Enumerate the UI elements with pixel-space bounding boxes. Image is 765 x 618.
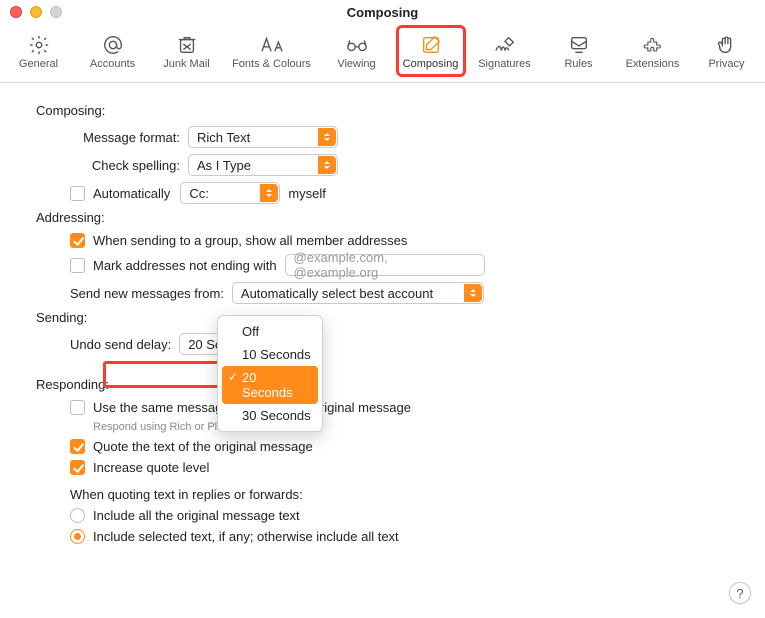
mark-addresses-checkbox[interactable] xyxy=(70,258,85,273)
row-include-selected: Include selected text, if any; otherwise… xyxy=(36,529,729,544)
tab-label: General xyxy=(19,58,58,70)
gear-icon xyxy=(28,32,50,58)
tab-label: Composing xyxy=(403,58,459,70)
tab-privacy[interactable]: Privacy xyxy=(695,28,759,74)
window-controls xyxy=(0,6,62,18)
tab-composing[interactable]: Composing xyxy=(399,28,463,74)
quote-text-checkbox[interactable] xyxy=(70,439,85,454)
select-value: Cc: xyxy=(189,186,209,201)
tab-general[interactable]: General xyxy=(7,28,71,74)
increase-quote-checkbox[interactable] xyxy=(70,460,85,475)
signature-icon xyxy=(493,32,517,58)
row-include-all: Include all the original message text xyxy=(36,508,729,523)
row-undo-send-delay: Undo send delay: 20 Seconds xyxy=(36,333,729,355)
myself-label: myself xyxy=(288,186,326,201)
titlebar: Composing xyxy=(0,0,765,24)
mark-addresses-label: Mark addresses not ending with xyxy=(93,258,277,273)
compose-icon xyxy=(420,32,442,58)
send-from-select[interactable]: Automatically select best account xyxy=(232,282,484,304)
group-addresses-label: When sending to a group, show all member… xyxy=(93,233,407,248)
zoom-button[interactable] xyxy=(50,6,62,18)
send-from-label: Send new messages from: xyxy=(70,286,224,301)
minimize-button[interactable] xyxy=(30,6,42,18)
check-spelling-label: Check spelling: xyxy=(70,158,180,173)
tab-label: Accounts xyxy=(90,58,135,70)
input-placeholder: @example.com, @example.org xyxy=(294,250,476,280)
help-button[interactable]: ? xyxy=(729,582,751,604)
tab-label: Privacy xyxy=(708,58,744,70)
include-selected-label: Include selected text, if any; otherwise… xyxy=(93,529,399,544)
chevron-updown-icon xyxy=(318,128,336,146)
check-spelling-select[interactable]: As I Type xyxy=(188,154,338,176)
undo-send-delay-label: Undo send delay: xyxy=(70,337,171,352)
mark-addresses-input[interactable]: @example.com, @example.org xyxy=(285,254,485,276)
tab-label: Junk Mail xyxy=(163,58,209,70)
message-format-select[interactable]: Rich Text xyxy=(188,126,338,148)
when-quoting-label: When quoting text in replies or forwards… xyxy=(36,487,729,502)
group-addresses-checkbox[interactable] xyxy=(70,233,85,248)
include-selected-radio[interactable] xyxy=(70,529,85,544)
tab-extensions[interactable]: Extensions xyxy=(621,28,685,74)
tab-fonts-colours[interactable]: Fonts & Colours xyxy=(229,28,315,74)
section-sending: Sending: xyxy=(36,310,729,325)
tab-label: Rules xyxy=(564,58,592,70)
rules-icon xyxy=(568,32,590,58)
glasses-icon xyxy=(344,32,370,58)
quote-text-label: Quote the text of the original message xyxy=(93,439,313,454)
include-all-radio[interactable] xyxy=(70,508,85,523)
row-message-format: Message format: Rich Text xyxy=(36,126,729,148)
row-send-from: Send new messages from: Automatically se… xyxy=(36,282,729,304)
select-value: Automatically select best account xyxy=(241,286,433,301)
tab-junkmail[interactable]: Junk Mail xyxy=(155,28,219,74)
menu-item-30s[interactable]: 30 Seconds xyxy=(218,404,322,427)
tab-label: Signatures xyxy=(478,58,531,70)
row-same-format: Use the same message format as the origi… xyxy=(36,400,729,415)
chevron-updown-icon xyxy=(318,156,336,174)
menu-item-10s[interactable]: 10 Seconds xyxy=(218,343,322,366)
same-format-checkbox[interactable] xyxy=(70,400,85,415)
chevron-updown-icon xyxy=(464,284,482,302)
at-icon xyxy=(102,32,124,58)
chevron-updown-icon xyxy=(260,184,278,202)
tab-label: Fonts & Colours xyxy=(232,58,311,70)
help-icon: ? xyxy=(736,586,743,601)
row-automatically-cc: Automatically Cc: myself xyxy=(36,182,729,204)
puzzle-icon xyxy=(642,32,664,58)
tab-signatures[interactable]: Signatures xyxy=(473,28,537,74)
preferences-toolbar: General Accounts Junk Mail Fonts & Colou… xyxy=(0,24,765,83)
row-increase-quote: Increase quote level xyxy=(36,460,729,475)
font-icon xyxy=(259,32,285,58)
cc-select[interactable]: Cc: xyxy=(180,182,280,204)
same-format-hint: Respond using Rich or Plain Text xyxy=(93,421,729,433)
automatically-label: Automatically xyxy=(93,186,170,201)
increase-quote-label: Increase quote level xyxy=(93,460,209,475)
tab-accounts[interactable]: Accounts xyxy=(81,28,145,74)
select-value: As I Type xyxy=(197,158,251,173)
tab-label: Viewing xyxy=(337,58,375,70)
row-mark-addresses: Mark addresses not ending with @example.… xyxy=(36,254,729,276)
automatically-checkbox[interactable] xyxy=(70,186,85,201)
tab-label: Extensions xyxy=(626,58,680,70)
hand-icon xyxy=(716,32,738,58)
select-value: Rich Text xyxy=(197,130,250,145)
menu-item-20s[interactable]: 20 Seconds xyxy=(222,366,318,404)
message-format-label: Message format: xyxy=(70,130,180,145)
trash-icon xyxy=(176,32,198,58)
include-all-label: Include all the original message text xyxy=(93,508,300,523)
close-button[interactable] xyxy=(10,6,22,18)
window-title: Composing xyxy=(0,5,765,20)
tab-viewing[interactable]: Viewing xyxy=(325,28,389,74)
row-quote-text: Quote the text of the original message xyxy=(36,439,729,454)
preferences-content: Composing: Message format: Rich Text Che… xyxy=(0,83,765,544)
section-addressing: Addressing: xyxy=(36,210,729,225)
row-check-spelling: Check spelling: As I Type xyxy=(36,154,729,176)
tab-rules[interactable]: Rules xyxy=(547,28,611,74)
section-responding: Responding: xyxy=(36,377,729,392)
row-group-addresses: When sending to a group, show all member… xyxy=(36,233,729,248)
section-composing: Composing: xyxy=(36,103,729,118)
undo-send-delay-menu[interactable]: Off 10 Seconds 20 Seconds 30 Seconds xyxy=(217,315,323,432)
menu-item-off[interactable]: Off xyxy=(218,320,322,343)
